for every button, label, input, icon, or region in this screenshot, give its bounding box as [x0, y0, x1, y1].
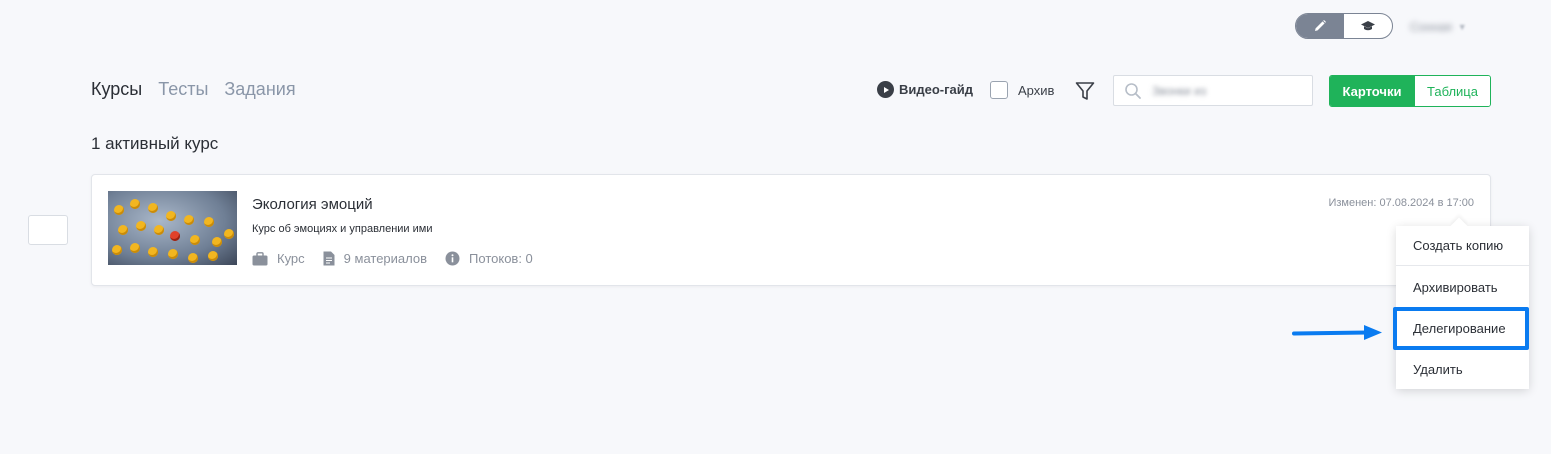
- course-description: Курс об эмоциях и управлении ими: [252, 223, 433, 235]
- course-meta: Курс 9 материалов Потоков: 0: [252, 251, 551, 266]
- pencil-icon: [1315, 20, 1326, 31]
- tab-tests[interactable]: Тесты: [158, 79, 208, 100]
- search-icon: [1125, 82, 1141, 99]
- course-type-label: Курс: [277, 251, 305, 266]
- section-tabs: Курсы Тесты Задания: [91, 79, 296, 100]
- learn-mode-button[interactable]: [1344, 14, 1392, 38]
- bulk-select-box[interactable]: [28, 215, 68, 245]
- course-materials: 9 материалов: [323, 251, 427, 266]
- course-card[interactable]: Экология эмоций Курс об эмоциях и управл…: [91, 174, 1491, 286]
- archive-label: Архив: [1018, 82, 1055, 98]
- menu-item-copy[interactable]: Создать копию: [1396, 226, 1529, 266]
- video-guide-link[interactable]: Видео-гайд: [877, 81, 973, 98]
- archive-toggle[interactable]: Архив: [990, 81, 1054, 99]
- active-courses-count: 1 активный курс: [91, 134, 219, 153]
- course-streams: Потоков: 0: [445, 251, 533, 266]
- cards-view-button[interactable]: Карточки: [1330, 76, 1414, 106]
- tab-courses[interactable]: Курсы: [91, 79, 142, 100]
- archive-checkbox[interactable]: [990, 81, 1008, 99]
- search-box[interactable]: [1113, 75, 1313, 106]
- course-type: Курс: [252, 251, 305, 266]
- edit-mode-button[interactable]: [1296, 14, 1344, 38]
- user-menu[interactable]: Сонная ▼: [1410, 18, 1467, 36]
- search-input[interactable]: [1152, 83, 1302, 98]
- chevron-down-icon: ▼: [1457, 22, 1467, 32]
- menu-item-delete[interactable]: Удалить: [1396, 349, 1529, 389]
- course-thumbnail: [108, 191, 237, 265]
- menu-item-archive[interactable]: Архивировать: [1396, 267, 1529, 307]
- menu-item-delegate[interactable]: Делегирование: [1396, 308, 1529, 348]
- course-streams-label: Потоков: 0: [469, 251, 533, 266]
- course-materials-label: 9 материалов: [343, 251, 428, 266]
- document-icon: [323, 251, 335, 266]
- video-guide-label: Видео-гайд: [899, 82, 974, 97]
- course-title[interactable]: Экология эмоций: [252, 196, 373, 213]
- filter-button[interactable]: [1074, 80, 1096, 102]
- course-modified-date: Изменен: 07.08.2024 в 17:00: [1328, 197, 1474, 209]
- tab-assignments[interactable]: Задания: [224, 79, 295, 100]
- pointer-arrow-icon: [1292, 325, 1382, 340]
- mode-toggle[interactable]: [1295, 13, 1393, 39]
- course-context-menu: Создать копию Архивировать Делегирование…: [1396, 226, 1529, 389]
- graduation-cap-icon: [1361, 21, 1375, 31]
- view-switch: Карточки Таблица: [1329, 75, 1491, 107]
- funnel-icon: [1075, 82, 1095, 100]
- table-view-button[interactable]: Таблица: [1414, 76, 1490, 106]
- briefcase-icon: [252, 251, 268, 265]
- info-icon: [445, 251, 460, 266]
- play-icon: [877, 81, 894, 98]
- user-name: Сонная: [1410, 20, 1452, 34]
